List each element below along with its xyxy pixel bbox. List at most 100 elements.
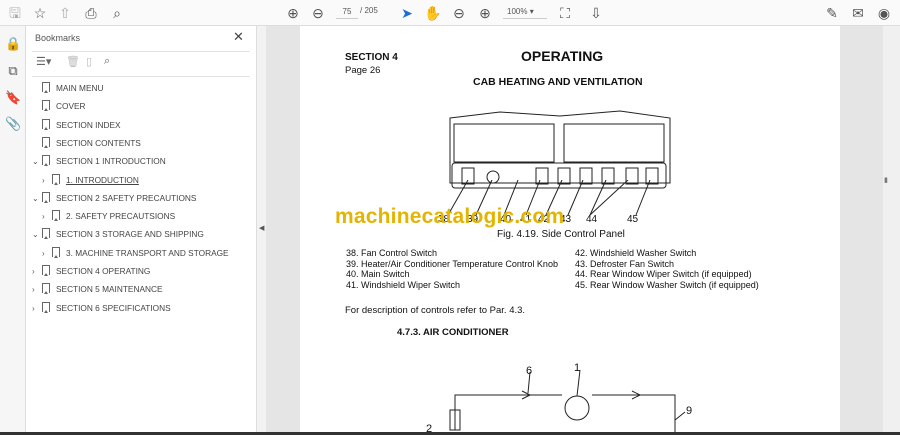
scroll-mode-icon[interactable]: ⇩ [587,4,605,22]
legend-item: 45. Rear Window Washer Switch (if equipp… [575,279,759,290]
bookmark-item[interactable]: MAIN MENU [32,80,103,96]
delete-icon[interactable]: 🗑 [66,55,80,68]
attachment-icon[interactable]: 📎 [5,116,21,132]
expand-caret-icon[interactable]: › [32,264,42,280]
panel-title: Bookmarks [35,33,81,43]
bookmark-label: SECTION 5 MAINTENANCE [56,284,163,295]
toolbar: 🖫 ☆ ⇧ ⎙ ⌕ ⊕ ⊖ / 205 ➤ ✋ ⊖ ⊕ 100% ▾ ⛶ ⇩ ✎… [0,0,900,26]
diagram-label-9: 9 [686,405,693,417]
panel-splitter[interactable]: ◀ [256,26,266,435]
bookmark-item[interactable]: › SECTION 6 SPECIFICATIONS [32,300,171,316]
zoom-select[interactable]: 100% ▾ [503,5,547,19]
watermark: machinecatalogic.com [335,205,565,228]
bookmark-icon [42,228,50,240]
expand-caret-icon[interactable]: › [42,209,52,225]
bookmark-icon [42,265,50,276]
bookmark-label: 2. SAFETY PRECAUTSIONS [66,211,176,222]
star-icon[interactable]: ☆ [31,4,49,22]
save-icon[interactable]: 🖫 [6,4,24,22]
find-bookmark-icon[interactable]: ⌕ [104,55,110,68]
zoom-in-icon[interactable]: ⊕ [476,4,494,22]
legend-item: 39. Heater/Air Conditioner Temperature C… [346,258,558,269]
legend-item: 44. Rear Window Wiper Switch (if equippe… [575,269,752,280]
bookmark-item[interactable]: › SECTION 4 OPERATING [32,263,150,279]
search-icon[interactable]: ⌕ [108,4,126,22]
lock-icon[interactable]: 🔒 [5,36,21,52]
bookmark-label: SECTION INDEX [56,119,121,130]
bookmark-label: SECTION 6 SPECIFICATIONS [56,302,171,313]
bookmark-label: COVER [56,101,86,112]
diagram-label-6: 6 [526,365,533,377]
expand-caret-icon[interactable]: › [32,301,42,317]
figure-caption: Fig. 4.19. Side Control Panel [497,229,625,240]
page-total: / 205 [360,6,378,15]
left-rail: 🔒 ⧉ 🔖 📎 [0,26,26,435]
bookmark-icon [52,210,60,222]
expand-caret-icon[interactable]: ⌄ [32,154,42,170]
bookmark-item[interactable]: ⌄ SECTION 1 INTRODUCTION [32,153,166,169]
zoom-out-icon[interactable]: ⊖ [450,4,468,22]
mail-icon[interactable]: ✉ [849,4,867,22]
print-icon[interactable]: ⎙ [82,4,100,22]
expand-caret-icon[interactable]: ⌄ [32,227,42,243]
subheading: CAB HEATING AND VENTILATION [473,76,643,88]
legend-item: 41. Windshield Wiper Switch [346,279,461,290]
expand-caret-icon[interactable]: › [42,246,52,262]
bookmark-item[interactable]: › SECTION 5 MAINTENANCE [32,281,163,297]
bookmark-icon [42,118,50,130]
bookmark-icon [42,100,50,112]
expand-caret-icon[interactable]: › [42,173,52,189]
select-cursor-icon[interactable]: ➤ [398,4,416,22]
bookmark-label: 3. MACHINE TRANSPORT AND STORAGE [66,247,229,258]
bookmark-icon [42,191,50,203]
bookmark-item[interactable]: ⌄ SECTION 3 STORAGE AND SHIPPING [32,226,204,242]
account-icon[interactable]: ◉ [875,4,893,22]
bookmark-item[interactable]: COVER [32,98,86,114]
options-menu-icon[interactable]: ☰▾ [36,55,51,68]
close-icon[interactable]: ✕ [233,29,244,45]
legend-item: 43. Defroster Fan Switch [575,258,675,269]
bookmark-item[interactable]: › 2. SAFETY PRECAUTSIONS [42,208,175,224]
bookmark-label: MAIN MENU [56,83,104,93]
page-number-input[interactable] [336,5,358,19]
new-bookmark-icon[interactable]: ▯ [86,55,92,68]
bookmark-label: SECTION 4 OPERATING [56,266,151,276]
bookmark-label: SECTION 2 SAFETY PRECAUTIONS [56,192,197,203]
expand-caret-icon[interactable]: ⌄ [32,191,42,207]
reference-text: For description of controls refer to Par… [345,305,526,316]
bookmark-icon [42,155,50,167]
bookmark-icon [52,173,60,185]
previous-page-icon[interactable]: ⊕ [284,4,302,22]
bookmark-item[interactable]: SECTION CONTENTS [32,135,141,151]
air-conditioner-diagram [449,369,686,435]
bookmark-icon [42,82,50,93]
vertical-scrollbar[interactable]: ▮ [883,26,900,432]
bookmark-icon [42,283,50,295]
bookmark-item[interactable]: ⌄ SECTION 2 SAFETY PRECAUTIONS [32,190,196,206]
upload-cloud-icon[interactable]: ⇧ [56,4,74,22]
bookmark-item[interactable]: SECTION INDEX [32,117,121,133]
callout-number: 45 [627,214,639,225]
callout-number: 44 [586,214,598,225]
bookmark-label: 1. INTRODUCTION [66,174,139,185]
collapse-arrow-icon[interactable]: ◀ [259,224,264,232]
bookmarks-panel: Bookmarks ✕ ☰▾ 🗑 ▯ ⌕ MAIN MENU COVER SECTI… [26,26,256,435]
heading: OPERATING [521,48,604,64]
pages-icon[interactable]: ⧉ [5,63,21,79]
bookmark-icon [42,301,50,313]
hand-tool-icon[interactable]: ✋ [424,4,442,22]
bookmark-icon[interactable]: 🔖 [5,90,21,106]
expand-caret-icon[interactable]: › [32,282,42,298]
legend-item: 40. Main Switch [346,269,410,280]
bookmark-item[interactable]: › 1. INTRODUCTION [42,172,139,188]
bookmark-label: SECTION CONTENTS [56,137,141,148]
bookmark-icon [42,136,50,148]
bookmark-item[interactable]: › 3. MACHINE TRANSPORT AND STORAGE [42,245,229,261]
next-page-icon[interactable]: ⊖ [309,4,327,22]
bookmark-icon [52,246,60,258]
sign-icon[interactable]: ✎ [823,4,841,22]
section-label: SECTION 4 [345,52,398,63]
bookmark-label: SECTION 1 INTRODUCTION [56,156,166,167]
legend-item: 38. Fan Control Switch [346,248,438,258]
page-fit-icon[interactable]: ⛶ [556,4,574,22]
